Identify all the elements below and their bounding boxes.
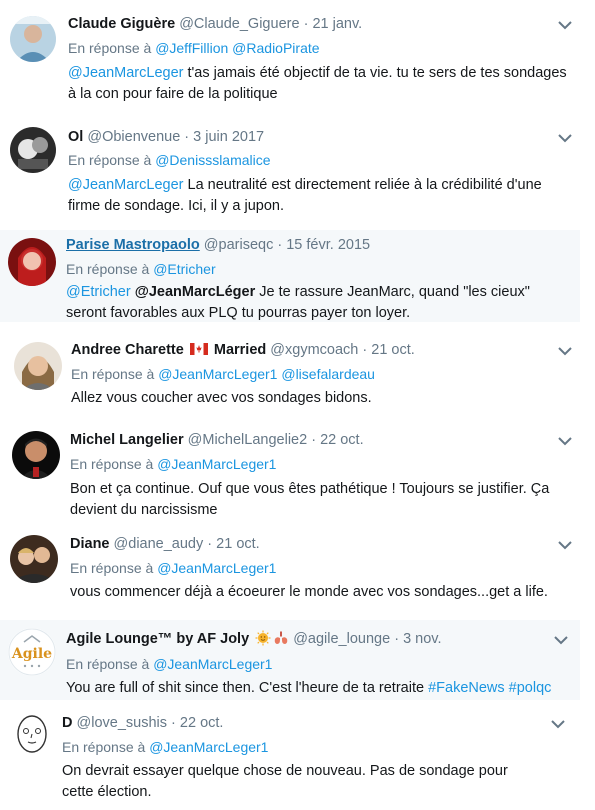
handle[interactable]: @love_sushis (77, 715, 167, 731)
display-name-suffix[interactable]: Married (214, 342, 266, 358)
tweet-text: You are full of shit since then. C'est l… (66, 680, 552, 696)
hashtag-link[interactable]: #polqc (509, 680, 552, 696)
sun-face-icon (255, 630, 271, 646)
display-name[interactable]: Michel Langelier (70, 432, 184, 448)
reply-to-link[interactable]: @Denissslamalice (155, 152, 270, 168)
chevron-down-icon[interactable] (557, 20, 573, 30)
avatar-logo-text: Agile (11, 646, 52, 662)
handle[interactable]: @xgymcoach (270, 342, 358, 358)
display-name[interactable]: Parise Mastropaolo (66, 237, 200, 253)
chevron-down-icon[interactable] (553, 635, 569, 645)
tweet-text: @Etricher @JeanMarcLéger Je te rassure J… (66, 284, 530, 321)
lungs-icon (274, 631, 288, 644)
mention-link[interactable]: @JeanMarcLeger (68, 177, 183, 193)
timestamp[interactable]: 21 oct. (371, 342, 415, 358)
reply-to-link[interactable]: @JeanMarcLeger1 (157, 560, 276, 576)
canada-flag-icon (189, 343, 208, 355)
timestamp[interactable]: 21 oct. (216, 536, 260, 552)
reply-label: En réponse à (71, 366, 155, 382)
avatar[interactable] (10, 535, 58, 583)
avatar[interactable] (10, 16, 56, 62)
tweet[interactable]: Claude Giguère @Claude_Giguere · 21 janv… (0, 0, 580, 115)
tweet-text: @JeanMarcLeger t'as jamais été objectif … (68, 65, 567, 102)
reply-to-link[interactable]: @JeffFillion (155, 40, 228, 56)
avatar[interactable]: Agile (8, 628, 56, 676)
tweet-text: vous commencer déjà a écoeurer le monde … (70, 584, 548, 600)
reply-label: En réponse à (66, 261, 150, 277)
avatar[interactable] (14, 342, 62, 390)
timestamp[interactable]: 3 nov. (403, 631, 441, 647)
reply-to-link[interactable]: @RadioPirate (232, 40, 319, 56)
timestamp[interactable]: 22 oct. (320, 432, 364, 448)
display-name[interactable]: Diane (70, 536, 110, 552)
chevron-down-icon[interactable] (550, 719, 566, 729)
tweet-text: Bon et ça continue. Ouf que vous êtes pa… (70, 481, 550, 518)
tweet-text: On devrait essayer quelque chose de nouv… (62, 763, 508, 800)
timestamp[interactable]: 22 oct. (180, 715, 224, 731)
tweet-feed: Claude Giguère @Claude_Giguere · 21 janv… (0, 0, 595, 810)
display-name[interactable]: D (62, 715, 72, 731)
avatar[interactable] (10, 127, 56, 173)
chevron-down-icon[interactable] (557, 133, 573, 143)
tweet[interactable]: Ol @Obienvenue · 3 juin 2017 En réponse … (0, 115, 580, 230)
handle[interactable]: @MichelLangelie2 (188, 432, 308, 448)
tweet[interactable]: Parise Mastropaolo @pariseqc · 15 févr. … (0, 230, 580, 322)
handle[interactable]: @Obienvenue (87, 129, 180, 145)
display-name[interactable]: Andree Charette (71, 342, 184, 358)
tweet[interactable]: D @love_sushis · 22 oct. En réponse à @J… (0, 702, 580, 810)
handle[interactable]: @Claude_Giguere (179, 16, 299, 32)
reply-to-link[interactable]: @JeanMarcLeger1 (157, 456, 276, 472)
reply-label: En réponse à (68, 40, 152, 56)
display-name[interactable]: Agile Lounge™ by AF Joly (66, 631, 249, 647)
display-name[interactable]: Claude Giguère (68, 16, 175, 32)
tweet-text: Allez vous coucher avec vos sondages bid… (71, 390, 372, 406)
reply-to-link[interactable]: @JeanMarcLeger1 (149, 739, 268, 755)
reply-to-link[interactable]: @JeanMarcLeger1 (158, 366, 277, 382)
reply-label: En réponse à (68, 152, 152, 168)
reply-label: En réponse à (66, 656, 150, 672)
tweet-text: @JeanMarcLeger La neutralité est directe… (68, 177, 542, 214)
reply-label: En réponse à (70, 456, 154, 472)
reply-label: En réponse à (70, 560, 154, 576)
mention-link[interactable]: @Etricher (66, 284, 131, 300)
handle[interactable]: @pariseqc (204, 237, 274, 253)
handle[interactable]: @diane_audy (114, 536, 204, 552)
chevron-down-icon[interactable] (557, 540, 573, 550)
tweet[interactable]: Michel Langelier @MichelLangelie2 · 22 o… (0, 423, 580, 523)
chevron-down-icon[interactable] (557, 346, 573, 356)
hashtag-link[interactable]: #FakeNews (428, 680, 505, 696)
reply-to-link[interactable]: @Etricher (153, 261, 215, 277)
tweet[interactable]: Agile Agile Lounge™ by AF Joly @agile_lo… (0, 620, 580, 700)
mention-link[interactable]: @JeanMarcLéger (135, 284, 256, 300)
tweet[interactable]: Andree Charette Married @xgymcoach · 21 … (0, 328, 580, 423)
timestamp[interactable]: 3 juin 2017 (193, 129, 264, 145)
timestamp[interactable]: 21 janv. (312, 16, 362, 32)
reply-to-link[interactable]: @lisefalardeau (281, 366, 375, 382)
avatar[interactable] (12, 431, 60, 479)
reply-label: En réponse à (62, 739, 146, 755)
reply-to-link[interactable]: @JeanMarcLeger1 (153, 656, 272, 672)
handle[interactable]: @agile_lounge (293, 631, 390, 647)
avatar[interactable] (8, 710, 56, 758)
tweet[interactable]: Diane @diane_audy · 21 oct. En réponse à… (0, 523, 580, 618)
timestamp[interactable]: 15 févr. 2015 (286, 237, 370, 253)
avatar[interactable] (8, 238, 56, 286)
chevron-down-icon[interactable] (557, 436, 573, 446)
mention-link[interactable]: @JeanMarcLeger (68, 65, 183, 81)
display-name[interactable]: Ol (68, 129, 83, 145)
